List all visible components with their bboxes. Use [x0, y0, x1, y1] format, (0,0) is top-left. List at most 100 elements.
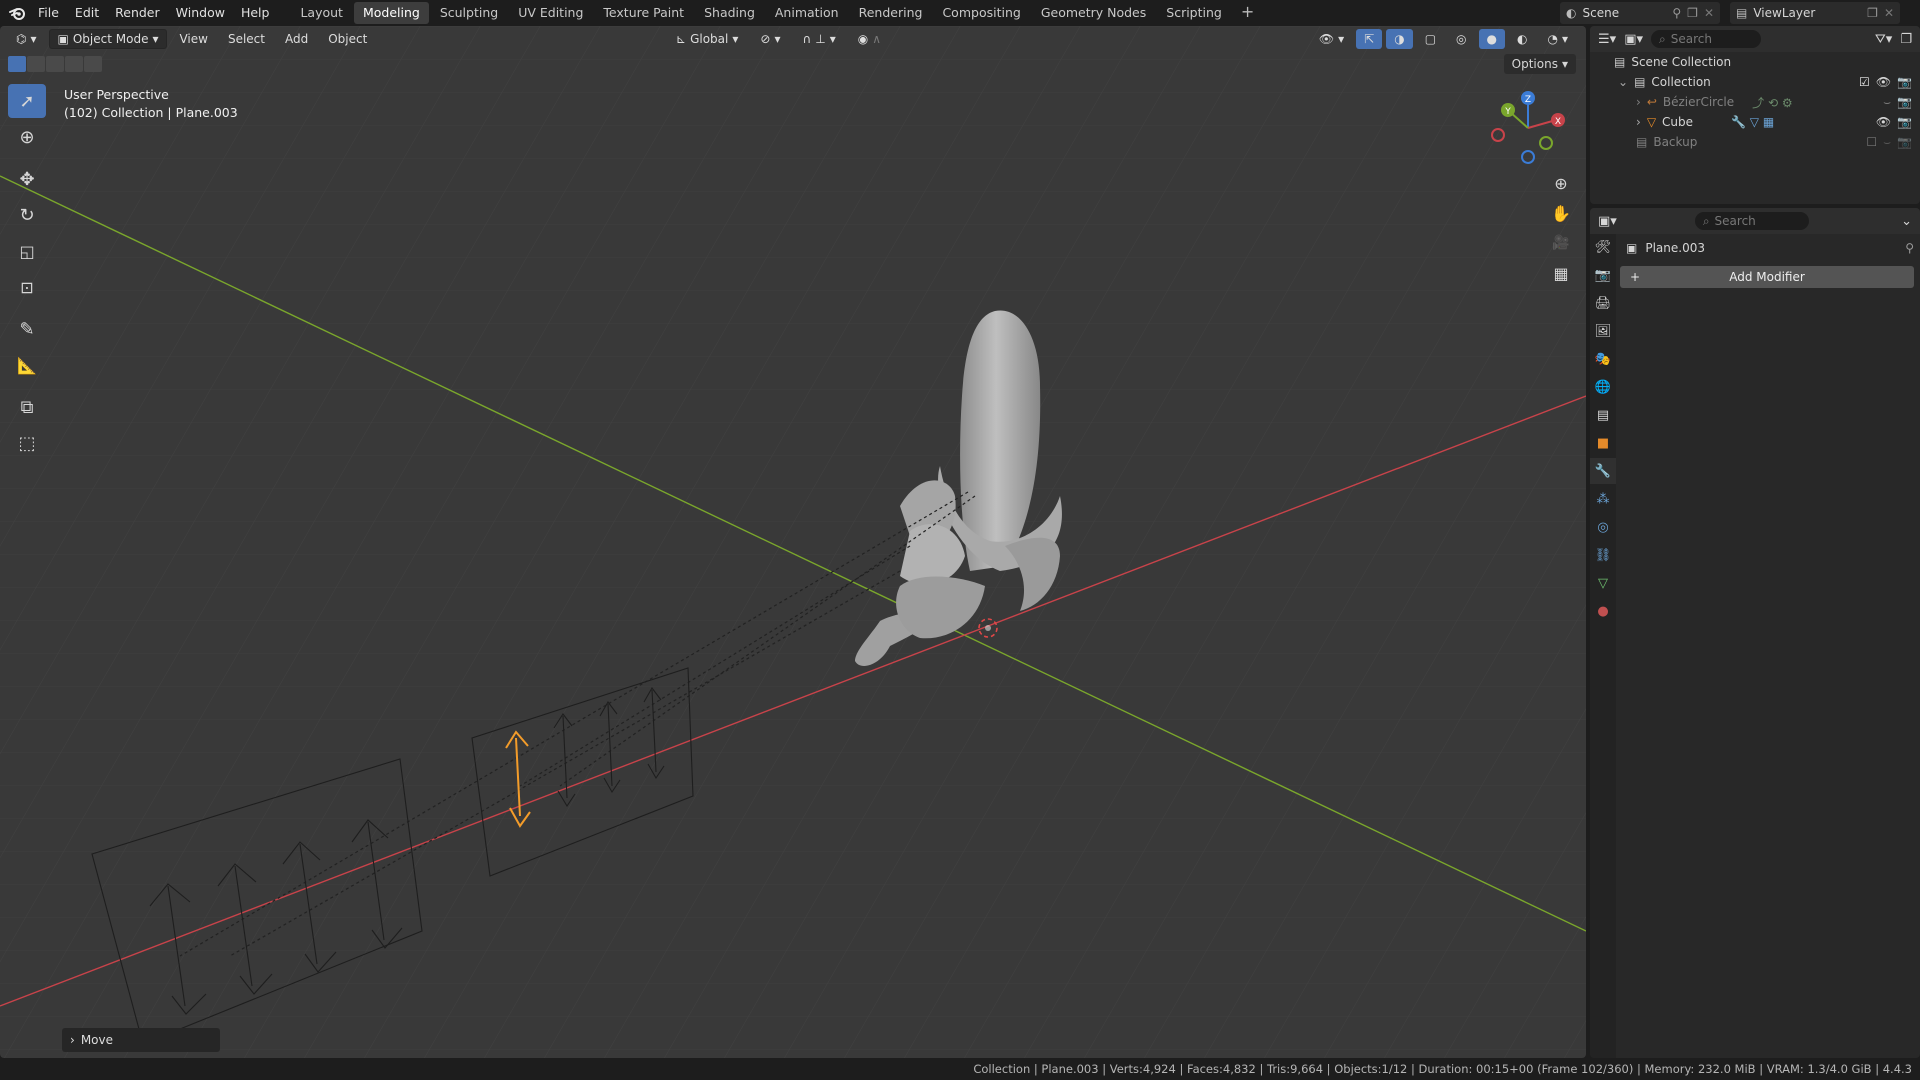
measure-tool[interactable]: 📐 [8, 348, 46, 382]
outliner-search-input[interactable]: ⌕ Search [1651, 30, 1761, 48]
overlay-toggle[interactable]: ◑ [1386, 29, 1413, 49]
tab-shading[interactable]: Shading [695, 2, 764, 24]
3d-viewport[interactable]: ⌬ ▾ ▣ Object Mode ▾ View Select Add Objec… [0, 26, 1586, 1058]
scene-selector[interactable]: ◐ Scene ⚲ ❐ ✕ [1560, 2, 1720, 24]
tab-uv-editing[interactable]: UV Editing [509, 2, 592, 24]
checkbox-icon[interactable]: ☐ [1866, 135, 1877, 149]
close-icon[interactable]: ✕ [1884, 6, 1894, 20]
properties-search-input[interactable]: ⌕ Search [1694, 212, 1809, 230]
last-operator-panel[interactable]: › Move [62, 1028, 220, 1052]
menu-render[interactable]: Render [107, 2, 168, 24]
xray-toggle[interactable]: ▢ [1417, 29, 1444, 49]
tab-output[interactable]: 🖨 [1590, 290, 1616, 316]
tab-data[interactable]: ▽ [1590, 570, 1616, 596]
tab-particles[interactable]: ⁂ [1590, 486, 1616, 512]
menu-add[interactable]: Add [277, 29, 316, 49]
menu-help[interactable]: Help [233, 2, 278, 24]
select-new-button[interactable] [8, 56, 26, 72]
tree-collection[interactable]: ⌄ ▤ Collection ☑ 👁 📷 [1590, 72, 1920, 92]
viewport-scene[interactable] [0, 26, 1586, 1058]
tab-layout[interactable]: Layout [291, 2, 352, 24]
eye-icon[interactable]: 👁 [1876, 115, 1891, 129]
camera-icon[interactable]: 📷 [1897, 115, 1912, 129]
visibility-button[interactable]: 👁 ▾ [1311, 29, 1352, 49]
new-view-layer-icon[interactable]: ❐ [1867, 6, 1878, 20]
shading-material[interactable]: ◐ [1509, 29, 1535, 49]
proportional-edit-button[interactable]: ◉ ∧ [850, 29, 889, 49]
cursor-tool[interactable]: ⊕ [8, 120, 46, 154]
menu-object[interactable]: Object [320, 29, 375, 49]
chevron-right-icon[interactable]: › [1636, 95, 1641, 109]
add-modifier-button[interactable]: + Add Modifier [1620, 266, 1914, 288]
menu-view[interactable]: View [171, 29, 215, 49]
select-box-tool[interactable]: ➚ [8, 84, 46, 118]
view-layer-selector[interactable]: ▤ ViewLayer ❐ ✕ [1730, 2, 1900, 24]
tab-collection[interactable]: ▤ [1590, 402, 1616, 428]
add-object-tool[interactable]: ⬚ [8, 426, 46, 460]
checkbox-icon[interactable]: ☑ [1859, 75, 1870, 89]
tab-compositing[interactable]: Compositing [933, 2, 1029, 24]
navigation-gizmo[interactable]: Z X Y [1488, 88, 1568, 168]
select-invert-button[interactable] [65, 56, 83, 72]
tab-texture-paint[interactable]: Texture Paint [594, 2, 693, 24]
filter-icon[interactable]: ⛛▾ [1875, 32, 1892, 47]
hidden-eye-icon[interactable]: ⌣ [1883, 95, 1891, 110]
tab-object[interactable]: ■ [1590, 430, 1616, 456]
display-mode-icon[interactable]: ▣▾ [1624, 32, 1643, 47]
move-tool[interactable]: ✥ [8, 162, 46, 196]
properties-editor-icon[interactable]: ▣▾ [1598, 214, 1617, 229]
options-button[interactable]: Options ▾ [1503, 54, 1576, 74]
editor-type-button[interactable]: ⌬ ▾ [8, 29, 45, 49]
snap-button[interactable]: ∩ ⊥ ▾ [794, 29, 843, 49]
camera-icon[interactable]: 📷 [1897, 135, 1912, 149]
tab-animation[interactable]: Animation [766, 2, 848, 24]
tab-tool[interactable]: 🛠 [1590, 234, 1616, 260]
tab-scene[interactable]: 🎭 [1590, 346, 1616, 372]
rotate-tool[interactable]: ↻ [8, 198, 46, 232]
menu-select[interactable]: Select [220, 29, 273, 49]
camera-view-button[interactable]: 🎥 [1548, 230, 1574, 256]
shading-solid[interactable]: ● [1478, 29, 1505, 49]
tab-material[interactable]: ● [1590, 598, 1616, 624]
tab-view-layer[interactable]: 🖼 [1590, 318, 1616, 344]
add-workspace-button[interactable]: + [1233, 2, 1262, 24]
pan-button[interactable]: ✋ [1548, 200, 1574, 226]
zoom-button[interactable]: ⊕ [1548, 170, 1574, 196]
hidden-eye-icon[interactable]: ⌣ [1883, 135, 1891, 150]
select-extend-button[interactable] [27, 56, 45, 72]
pin-icon[interactable]: ⚲ [1672, 6, 1681, 20]
close-icon[interactable]: ✕ [1704, 6, 1714, 20]
tab-rendering[interactable]: Rendering [850, 2, 932, 24]
transform-orientation[interactable]: ⊾ Global ▾ [668, 29, 746, 49]
add-cube-tool[interactable]: ⧉ [8, 390, 46, 424]
tree-backup-collection[interactable]: ▤ Backup ☐ ⌣ 📷 [1590, 132, 1920, 152]
tab-sculpting[interactable]: Sculpting [431, 2, 507, 24]
tab-physics[interactable]: ◎ [1590, 514, 1616, 540]
pivot-point-button[interactable]: ⊘ ▾ [752, 29, 788, 49]
chevron-down-icon[interactable]: ⌄ [1901, 214, 1912, 229]
new-collection-icon[interactable]: ❐ [1900, 32, 1912, 47]
tree-item-beziercircle[interactable]: › ↩ BézierCircle ⤴ ⟲ ⚙ ⌣ 📷 [1590, 92, 1920, 112]
tab-geometry-nodes[interactable]: Geometry Nodes [1032, 2, 1155, 24]
chevron-right-icon[interactable]: › [1636, 115, 1641, 129]
blender-logo-icon[interactable] [4, 0, 30, 26]
mode-selector[interactable]: ▣ Object Mode ▾ [48, 29, 168, 49]
outliner-editor-icon[interactable]: ☰▾ [1598, 32, 1616, 47]
annotate-tool[interactable]: ✎ [8, 312, 46, 346]
camera-icon[interactable]: 📷 [1897, 75, 1912, 89]
tab-modifiers[interactable]: 🔧 [1590, 458, 1616, 484]
shading-wireframe[interactable]: ◎ [1448, 29, 1474, 49]
gizmo-toggle[interactable]: ⇱ [1356, 29, 1383, 49]
transform-tool[interactable]: ⊡ [8, 270, 46, 304]
pin-icon[interactable]: ⚲ [1905, 241, 1914, 255]
select-intersect-button[interactable] [84, 56, 102, 72]
menu-file[interactable]: File [30, 2, 67, 24]
camera-icon[interactable]: 📷 [1897, 95, 1912, 109]
tree-item-cube[interactable]: › ▽ Cube 🔧 ▽ ▦ 👁 📷 [1590, 112, 1920, 132]
new-scene-icon[interactable]: ❐ [1687, 6, 1698, 20]
tab-render[interactable]: 📷 [1590, 262, 1616, 288]
tab-scripting[interactable]: Scripting [1157, 2, 1231, 24]
select-subtract-button[interactable] [46, 56, 64, 72]
scale-tool[interactable]: ◱ [8, 234, 46, 268]
menu-window[interactable]: Window [168, 2, 233, 24]
